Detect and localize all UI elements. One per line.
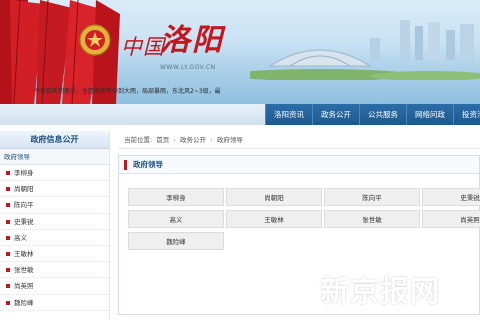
bullet-icon	[6, 251, 10, 256]
sidebar-item[interactable]: 陈向平	[0, 197, 109, 214]
bullet-icon	[6, 219, 10, 224]
sidebar-item-label: 高义	[14, 233, 27, 242]
nav-item-luoyang-news[interactable]: 洛阳资讯	[265, 104, 312, 125]
sidebar-item-label: 尚英照	[14, 282, 34, 291]
sidebar-section-label[interactable]: 政府领导	[0, 149, 109, 165]
sidebar-item-label: 史秉锐	[14, 217, 34, 226]
sidebar-list: 李柳身 尚朝阳 陈向平 史秉锐 高义 王敏林 张世敏 尚英照 魏险峰	[0, 165, 109, 311]
site-url: WWW.LY.GOV.CN	[160, 64, 216, 71]
nav-item-public-services[interactable]: 公共服务	[359, 104, 406, 125]
site-banner: 中国 洛阳 WWW.LY.GOV.CN 今天白天到夜里，全区阴天有中到大雨，局部…	[0, 0, 480, 104]
bullet-icon	[6, 187, 10, 192]
leader-link[interactable]: 魏险峰	[128, 232, 224, 250]
nav-item-invest[interactable]: 投资洛	[453, 104, 480, 125]
bullet-icon	[6, 300, 10, 305]
sidebar: 政府信息公开 政府领导 李柳身 尚朝阳 陈向平 史秉锐 高义 王敏林 张世敏 尚…	[0, 131, 110, 320]
nav-items: 洛阳资讯 政务公开 公共服务 网络问政 投资洛	[265, 104, 480, 125]
breadcrumb-government-affairs[interactable]: 政务公开	[180, 136, 206, 144]
breadcrumb: 当前位置: 首页 › 政务公开 › 政府领导	[118, 131, 480, 149]
nav-left-strip	[0, 104, 265, 125]
news-watermark: 新京报网	[320, 274, 441, 308]
leader-link[interactable]: 尚朝阳	[226, 188, 322, 206]
logo-china-text: 中国	[121, 35, 165, 59]
logo-city-calligraphy: 洛阳	[160, 23, 224, 58]
breadcrumb-separator: ›	[210, 136, 213, 144]
sidebar-item-label: 陈向平	[14, 201, 34, 210]
sidebar-item-label: 王敏林	[14, 249, 34, 258]
page: 中国 洛阳 WWW.LY.GOV.CN 今天白天到夜里，全区阴天有中到大雨，局部…	[0, 0, 480, 320]
bullet-icon	[6, 268, 10, 273]
sidebar-item-label: 张世敏	[14, 266, 34, 275]
leader-link[interactable]: 高义	[128, 210, 224, 228]
weather-ticker: 今天白天到夜里，全区阴天有中到大雨，局部暴雨，东北风2~3级，最	[34, 88, 221, 95]
panel-title: 政府领导	[133, 160, 163, 169]
leader-link[interactable]: 王敏林	[226, 210, 322, 228]
city-skyline-image	[250, 20, 480, 80]
main-nav: 洛阳资讯 政务公开 公共服务 网络问政 投资洛	[0, 104, 480, 125]
sidebar-item[interactable]: 高义	[0, 230, 109, 246]
sidebar-item[interactable]: 尚英照	[0, 278, 109, 295]
panel-header: 政府领导	[119, 156, 479, 174]
sidebar-item[interactable]: 李柳身	[0, 165, 109, 182]
leader-link[interactable]: 史秉锐	[422, 188, 480, 206]
sidebar-item[interactable]: 张世敏	[0, 262, 109, 279]
sidebar-item[interactable]: 尚朝阳	[0, 181, 109, 198]
breadcrumb-home[interactable]: 首页	[156, 136, 169, 144]
leader-link[interactable]: 陈向平	[324, 188, 420, 206]
bullet-icon	[6, 203, 10, 208]
bullet-icon	[6, 171, 10, 175]
leader-link[interactable]: 张世敏	[324, 210, 420, 228]
sidebar-title: 政府信息公开	[0, 131, 109, 149]
bullet-icon	[6, 284, 10, 289]
sidebar-item[interactable]: 王敏林	[0, 246, 109, 263]
sidebar-item[interactable]: 魏险峰	[0, 295, 109, 311]
breadcrumb-current: 政府领导	[216, 136, 243, 144]
nav-item-online-inquiry[interactable]: 网络问政	[406, 104, 453, 125]
sidebar-item-label: 魏险峰	[14, 298, 34, 307]
accent-bar	[124, 160, 127, 170]
sidebar-item-label: 李柳身	[14, 169, 34, 177]
sidebar-item[interactable]: 史秉锐	[0, 214, 109, 230]
bullet-icon	[6, 235, 10, 240]
leader-link[interactable]: 尚英照	[422, 210, 480, 228]
breadcrumb-separator: ›	[173, 136, 176, 144]
sidebar-item-label: 尚朝阳	[14, 185, 34, 194]
breadcrumb-prefix: 当前位置:	[124, 136, 153, 144]
leader-link[interactable]: 李柳身	[128, 188, 224, 206]
nav-item-government-affairs[interactable]: 政务公开	[312, 104, 359, 125]
